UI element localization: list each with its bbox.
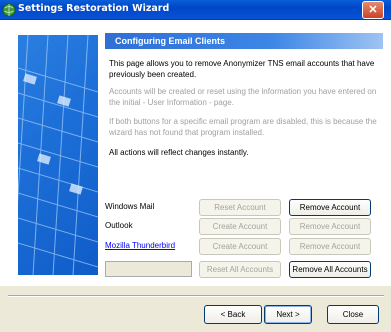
footer-divider [8, 295, 384, 297]
outlook-remove-button[interactable]: Remove Account [289, 218, 371, 235]
info-disabled-text: If both buttons for a specific email pro… [109, 117, 377, 137]
client-label-windows-mail: Windows Mail [105, 202, 155, 211]
windows-mail-reset-button[interactable]: Reset Account [199, 199, 281, 216]
reset-all-button[interactable]: Reset All Accounts [199, 261, 281, 278]
outlook-create-button[interactable]: Create Account [199, 218, 281, 235]
next-button[interactable]: Next > [264, 305, 312, 324]
instant-text: All actions will reflect changes instant… [109, 148, 249, 157]
window-titlebar[interactable]: Settings Restoration Wizard ✕ [0, 0, 391, 20]
thunderbird-remove-button[interactable]: Remove Account [289, 238, 371, 255]
wizard-side-graphic [18, 35, 98, 275]
client-link-thunderbird[interactable]: Mozilla Thunderbird [105, 241, 175, 250]
thunderbird-create-button[interactable]: Create Account [199, 238, 281, 255]
close-button[interactable]: Close [327, 305, 379, 324]
wizard-globe-icon [2, 3, 16, 17]
status-textbox[interactable] [105, 261, 192, 277]
windows-mail-remove-button[interactable]: Remove Account [289, 199, 371, 216]
remove-all-button[interactable]: Remove All Accounts [289, 261, 371, 278]
client-label-outlook: Outlook [105, 221, 133, 230]
intro-text: This page allows you to remove Anonymize… [109, 59, 375, 79]
back-button[interactable]: < Back [204, 305, 262, 324]
info-created-text: Accounts will be created or reset using … [109, 87, 377, 107]
close-icon[interactable]: ✕ [362, 1, 384, 19]
window-title: Settings Restoration Wizard [18, 3, 170, 14]
section-title: Configuring Email Clients [105, 33, 383, 49]
keyboard-artwork [18, 35, 98, 275]
